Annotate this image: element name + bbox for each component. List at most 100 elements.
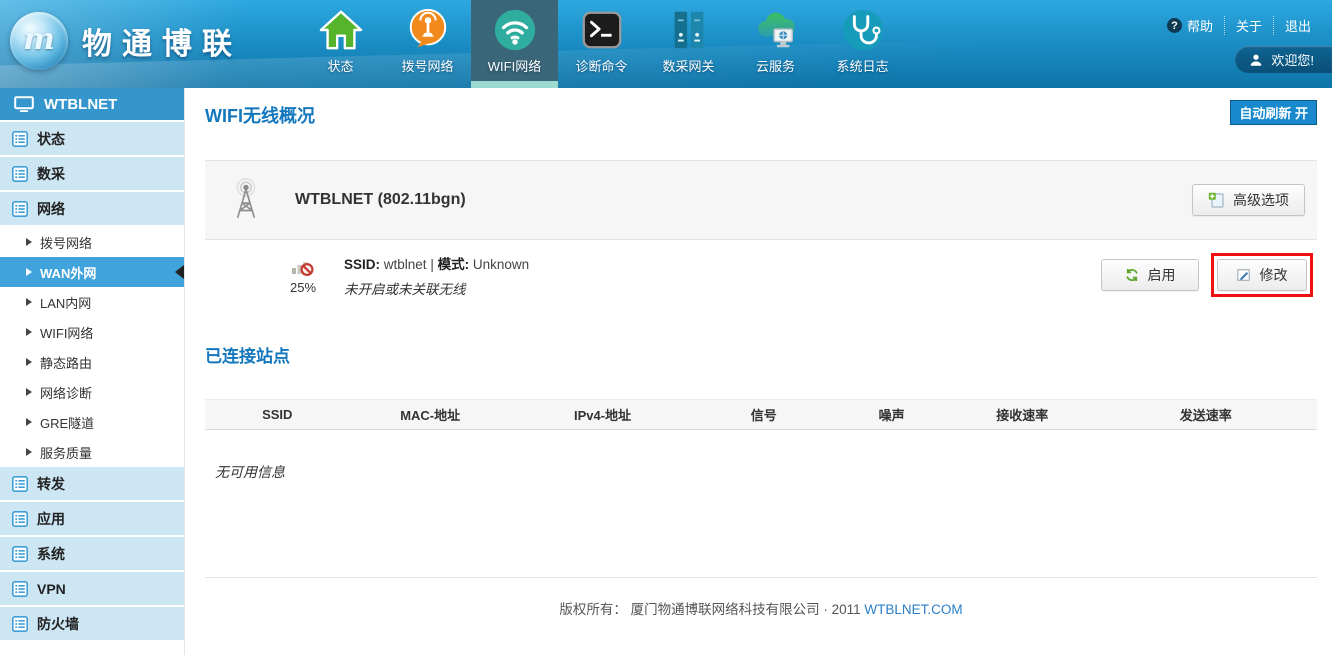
caret-right-icon (26, 328, 32, 336)
main-titlebar: WIFI无线概况 自动刷新 开 (205, 88, 1317, 160)
sidebar-item-label: 数采 (37, 164, 65, 184)
nav-tab-status[interactable]: 状态 (297, 0, 384, 88)
logo: m 物通博联 (10, 12, 242, 70)
sidebar-item-label: 静态路由 (40, 353, 92, 372)
sidebar-item-label: 防火墙 (37, 614, 79, 634)
sidebar-item-wifi[interactable]: WIFI网络 (0, 317, 184, 347)
list-icon (12, 166, 28, 182)
ssid-info: SSID: wtblnet | 模式: Unknown 未开启或未关联无线 (344, 253, 1101, 298)
mode-label: 模式: (438, 257, 470, 272)
list-icon (12, 581, 28, 597)
sidebar-item-data-collection[interactable]: 数采 (0, 157, 184, 192)
caret-right-icon (26, 448, 32, 456)
sidebar-item-label: 服务质量 (40, 443, 92, 462)
caret-right-icon (26, 388, 32, 396)
nav-tab-cloud[interactable]: 云服务 (732, 0, 819, 88)
col-noise: 噪声 (833, 400, 950, 430)
sidebar-item-system[interactable]: 系统 (0, 537, 184, 572)
ssid-line: SSID: wtblnet | 模式: Unknown (344, 253, 1101, 273)
col-rx-rate: 接收速率 (950, 400, 1095, 430)
nav-label: 拨号网络 (401, 56, 453, 75)
sidebar-item-label: 网络 (37, 199, 65, 219)
sidebar-item-qos[interactable]: 服务质量 (0, 437, 184, 467)
main-content: WIFI无线概况 自动刷新 开 WTBLNET (802.11bgn) 高级选项 (185, 88, 1332, 655)
sidebar-item-lan[interactable]: LAN内网 (0, 287, 184, 317)
page-title: WIFI无线概况 (205, 100, 315, 128)
col-tx-rate: 发送速率 (1095, 400, 1317, 430)
sidebar-item-static-route[interactable]: 静态路由 (0, 347, 184, 377)
nav-tab-gateway[interactable]: 数采网关 (645, 0, 732, 88)
advanced-options-icon (1208, 192, 1224, 208)
nav-tab-wifi-network[interactable]: WIFI网络 (471, 0, 558, 88)
logout-link[interactable]: 退出 (1273, 16, 1322, 35)
enable-button[interactable]: 启用 (1101, 259, 1199, 291)
ssid-value: wtblnet (384, 257, 427, 272)
logo-sphere-icon: m (10, 12, 68, 70)
sidebar-item-label: 网络诊断 (40, 383, 92, 402)
signal-disabled-icon (291, 256, 316, 278)
wifi-status-row: 25% SSID: wtblnet | 模式: Unknown 未开启或未关联无… (205, 240, 1317, 310)
copyright-text: 版权所有： 厦门物通博联网络科技有限公司 · 2011 (559, 602, 860, 617)
caret-right-icon (26, 418, 32, 426)
welcome-label: 欢迎您! (1271, 50, 1314, 69)
wifi-icon (492, 7, 538, 53)
help-link[interactable]: ? 帮助 (1156, 16, 1224, 35)
footer-divider (205, 577, 1317, 578)
antenna-tower-icon (225, 178, 267, 222)
device-name: WTBLNET (44, 96, 117, 113)
welcome-pill[interactable]: 欢迎您! (1235, 46, 1332, 73)
sidebar-item-label: LAN内网 (40, 293, 91, 312)
caret-right-icon (26, 268, 32, 276)
stations-section-title: 已连接站点 (205, 342, 1317, 367)
sidebar-item-net-diagnostics[interactable]: 网络诊断 (0, 377, 184, 407)
logout-label: 退出 (1285, 16, 1311, 35)
sidebar-item-network[interactable]: 网络 (0, 192, 184, 227)
sidebar-item-label: WIFI网络 (40, 323, 93, 342)
sidebar-item-wan[interactable]: WAN外网 (0, 257, 184, 287)
nav-tab-diagnostic[interactable]: 诊断命令 (558, 0, 645, 88)
sidebar-item-label: 系统 (37, 544, 65, 564)
sidebar-item-gre-tunnel[interactable]: GRE隧道 (0, 407, 184, 437)
sidebar-item-status[interactable]: 状态 (0, 122, 184, 157)
sidebar-item-applications[interactable]: 应用 (0, 502, 184, 537)
gateway-icon (666, 7, 712, 53)
stations-table-header-row: SSID MAC-地址 IPv4-地址 信号 噪声 接收速率 发送速率 (205, 400, 1317, 430)
question-icon: ? (1167, 18, 1182, 33)
sidebar-item-forwarding[interactable]: 转发 (0, 467, 184, 502)
nav-tab-syslog[interactable]: 系统日志 (819, 0, 906, 88)
terminal-icon (579, 7, 625, 53)
advanced-options-button[interactable]: 高级选项 (1192, 184, 1305, 216)
about-link[interactable]: 关于 (1224, 16, 1273, 35)
modify-label: 修改 (1260, 265, 1288, 285)
wifi-section-header: WTBLNET (802.11bgn) 高级选项 (205, 160, 1317, 240)
stations-table: SSID MAC-地址 IPv4-地址 信号 噪声 接收速率 发送速率 (205, 399, 1317, 430)
auto-refresh-toggle[interactable]: 自动刷新 开 (1230, 100, 1317, 125)
modify-highlight-box: 修改 (1211, 253, 1313, 297)
sidebar-item-label: 拨号网络 (40, 233, 92, 252)
top-nav: 状态 拨号网络 WIFI网络 (297, 0, 906, 88)
sidebar-item-label: GRE隧道 (40, 413, 94, 432)
about-label: 关于 (1236, 16, 1262, 35)
caret-right-icon (26, 238, 32, 246)
col-ipv4: IPv4-地址 (511, 400, 694, 430)
col-ssid: SSID (205, 400, 350, 430)
list-icon (12, 201, 28, 217)
wifi-action-buttons: 启用 修改 (1101, 253, 1317, 297)
sidebar-item-firewall[interactable]: 防火墙 (0, 607, 184, 642)
sidebar-item-label: 状态 (37, 129, 65, 149)
footer: 版权所有： 厦门物通博联网络科技有限公司 · 2011 WTBLNET.COM (205, 598, 1317, 618)
sidebar-item-vpn[interactable]: VPN (0, 572, 184, 607)
list-icon (12, 131, 28, 147)
caret-right-icon (26, 358, 32, 366)
nav-label: 数采网关 (662, 56, 714, 75)
modify-button[interactable]: 修改 (1217, 259, 1307, 291)
dial-network-icon (405, 7, 451, 53)
site-link[interactable]: WTBLNET.COM (864, 602, 962, 617)
list-icon (12, 511, 28, 527)
nav-tab-dial-network[interactable]: 拨号网络 (384, 0, 471, 88)
home-icon (318, 7, 364, 53)
advanced-options-label: 高级选项 (1233, 190, 1289, 210)
sidebar-item-dial-network[interactable]: 拨号网络 (0, 227, 184, 257)
network-title: WTBLNET (802.11bgn) (295, 191, 1192, 209)
nav-label: WIFI网络 (488, 56, 541, 75)
